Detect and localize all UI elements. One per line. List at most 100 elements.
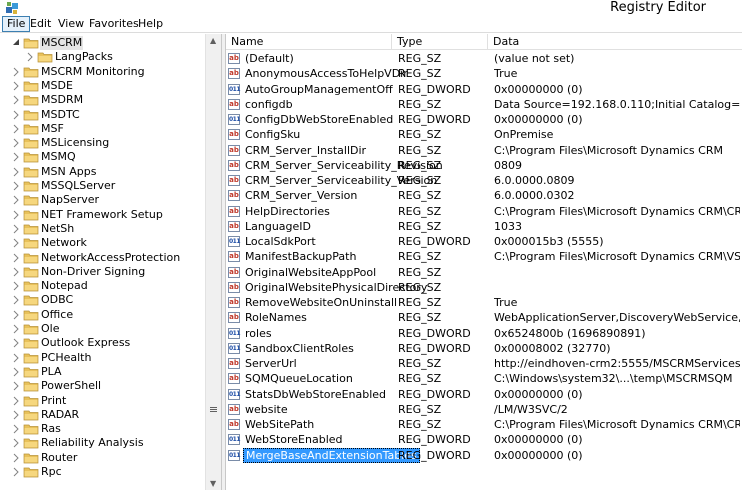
value-row[interactable]: ab OriginalWebsiteAppPool REG_SZ: [226, 265, 742, 280]
tree-item[interactable]: ODBC: [0, 293, 205, 307]
value-row[interactable]: ab ConfigSku REG_SZ OnPremise: [226, 127, 742, 142]
collapsed-arrow-icon[interactable]: [12, 281, 20, 291]
value-row[interactable]: ab CRM_Server_Serviceability_Revision REG_…: [226, 158, 742, 173]
collapsed-arrow-icon[interactable]: [12, 353, 20, 363]
scroll-up-icon[interactable]: ▲: [210, 36, 216, 45]
collapsed-arrow-icon[interactable]: [12, 152, 20, 162]
tree-item[interactable]: MSN Apps: [0, 165, 205, 179]
tree-item[interactable]: Rpc: [0, 465, 205, 479]
tree-item[interactable]: PCHealth: [0, 351, 205, 365]
collapsed-arrow-icon[interactable]: [12, 295, 20, 305]
tree-item[interactable]: Print: [0, 394, 205, 408]
collapsed-arrow-icon[interactable]: [12, 167, 20, 177]
collapsed-arrow-icon[interactable]: [12, 238, 20, 248]
tree-item[interactable]: MSCRM Monitoring: [0, 65, 205, 79]
collapsed-arrow-icon[interactable]: [12, 453, 20, 463]
value-row[interactable]: ab website REG_SZ/LM/W3SVC/2: [226, 402, 742, 417]
collapsed-arrow-icon[interactable]: [12, 467, 20, 477]
tree-item[interactable]: PLA: [0, 365, 205, 379]
collapsed-arrow-icon[interactable]: [12, 95, 20, 105]
value-row[interactable]: ab LanguageID REG_SZ 1033: [226, 219, 742, 234]
value-row[interactable]: 011 WebStoreEnabled REG_DWORD 0x00000000 (0…: [226, 432, 742, 447]
collapsed-arrow-icon[interactable]: [12, 324, 20, 334]
tree-item[interactable]: NetSh: [0, 222, 205, 236]
value-row[interactable]: ab RemoveWebsiteOnUninstall REG_SZ True: [226, 295, 742, 310]
collapsed-arrow-icon[interactable]: [12, 124, 20, 134]
scroll-grip-icon[interactable]: [208, 400, 219, 420]
tree-item[interactable]: MSDRM: [0, 93, 205, 107]
tree-item[interactable]: NET Framework Setup: [0, 208, 205, 222]
tree-item[interactable]: Notepad: [0, 279, 205, 293]
collapsed-arrow-icon[interactable]: [12, 396, 20, 406]
value-row[interactable]: 011 SandboxClientRoles REG_DWORD 0x00008002…: [226, 341, 742, 356]
tree-item[interactable]: Router: [0, 451, 205, 465]
value-row[interactable]: ab RoleNames REG_SZ WebApplicationServer,Di…: [226, 310, 742, 325]
value-row[interactable]: 011 LocalSdkPort REG_DWORD 0x000015b3 (5555…: [226, 234, 742, 249]
value-row[interactable]: 011 AutoGroupManagementOff REG_DWORD 0x0000…: [226, 82, 742, 97]
menu-edit[interactable]: Edit: [26, 16, 55, 32]
column-header-name[interactable]: Name: [226, 34, 392, 50]
collapsed-arrow-icon[interactable]: [12, 110, 20, 120]
tree-item[interactable]: MSF: [0, 122, 205, 136]
collapsed-arrow-icon[interactable]: [12, 253, 20, 263]
tree-item[interactable]: Reliability Analysis: [0, 436, 205, 450]
tree-item[interactable]: MSLicensing: [0, 136, 205, 150]
tree-item[interactable]: NetworkAccessProtection: [0, 251, 205, 265]
tree-item[interactable]: MSDTC: [0, 108, 205, 122]
collapsed-arrow-icon[interactable]: [26, 52, 34, 62]
tree-item[interactable]: RADAR: [0, 408, 205, 422]
collapsed-arrow-icon[interactable]: [12, 424, 20, 434]
value-row[interactable]: 011 StatsDbWebStoreEnabled REG_DWORD 0x0000…: [226, 387, 742, 402]
value-row[interactable]: ab configdb REG_SZ Data Source=192.168.0.11…: [226, 97, 742, 112]
collapsed-arrow-icon[interactable]: [12, 410, 20, 420]
column-header-data[interactable]: Data: [488, 34, 742, 50]
tree-item[interactable]: Ras: [0, 422, 205, 436]
collapsed-arrow-icon[interactable]: [12, 181, 20, 191]
key-tree[interactable]: MSCRM LangPacks MSCRM Monitoring MSDE MSDRM M…: [0, 34, 221, 490]
value-row[interactable]: ab SQMQueueLocation REG_SZ C:\Windows\syste…: [226, 371, 742, 386]
column-header-type[interactable]: Type: [392, 34, 488, 50]
value-row[interactable]: ab AnonymousAccessToHelpVDir REG_SZ True: [226, 66, 742, 81]
tree-item[interactable]: Network: [0, 236, 205, 250]
value-row[interactable]: ab ServerUrl REG_SZ http://eindhoven-crm2:5…: [226, 356, 742, 371]
tree-item[interactable]: PowerShell: [0, 379, 205, 393]
value-row[interactable]: ab (Default) REG_SZ (value not set): [226, 51, 742, 66]
collapsed-arrow-icon[interactable]: [12, 438, 20, 448]
tree-item[interactable]: Office: [0, 308, 205, 322]
value-row[interactable]: 011 MergeBaseAndExtensionTables REG_DWORD 0…: [226, 447, 742, 463]
collapsed-arrow-icon[interactable]: [12, 138, 20, 148]
value-row[interactable]: ab HelpDirectories REG_SZ C:\Program Files\…: [226, 204, 742, 219]
tree-item[interactable]: Ole: [0, 322, 205, 336]
collapsed-arrow-icon[interactable]: [12, 367, 20, 377]
menu-view[interactable]: View: [54, 16, 88, 32]
collapsed-arrow-icon[interactable]: [12, 381, 20, 391]
value-row[interactable]: ab ManifestBackupPath REG_SZ C:\Program Fil…: [226, 249, 742, 264]
collapsed-arrow-icon[interactable]: [12, 195, 20, 205]
value-row[interactable]: ab WebSitePath REG_SZ C:\Program Files\Micr…: [226, 417, 742, 432]
collapsed-arrow-icon[interactable]: [12, 267, 20, 277]
value-row[interactable]: ab CRM_Server_Serviceability_Version REG_S…: [226, 173, 742, 188]
value-list[interactable]: Name Type Data ab (Default) REG_SZ (value n…: [226, 34, 742, 490]
tree-scrollbar[interactable]: ▲ ▼: [205, 34, 221, 490]
collapsed-arrow-icon[interactable]: [12, 310, 20, 320]
collapsed-arrow-icon[interactable]: [12, 210, 20, 220]
tree-item[interactable]: Outlook Express: [0, 336, 205, 350]
value-row[interactable]: ab CRM_Server_Version REG_SZ 6.0.0000.0302: [226, 188, 742, 203]
value-row[interactable]: 011 ConfigDbWebStoreEnabled REG_DWORD 0x000…: [226, 112, 742, 127]
tree-item[interactable]: MSDE: [0, 79, 205, 93]
expanded-arrow-icon[interactable]: [12, 38, 20, 48]
collapsed-arrow-icon[interactable]: [12, 338, 20, 348]
tree-item[interactable]: MSMQ: [0, 150, 205, 164]
tree-item[interactable]: NapServer: [0, 193, 205, 207]
tree-item[interactable]: LangPacks: [0, 50, 205, 64]
value-row[interactable]: 011 roles REG_DWORD 0x6524800b (1696890891): [226, 326, 742, 341]
value-row[interactable]: ab OriginalWebsitePhysicalDirectory REG_SZ: [226, 280, 742, 295]
tree-item[interactable]: Non-Driver Signing: [0, 265, 205, 279]
scroll-down-icon[interactable]: ▼: [210, 479, 216, 488]
collapsed-arrow-icon[interactable]: [12, 81, 20, 91]
value-row[interactable]: ab CRM_Server_InstallDir REG_SZ C:\Program …: [226, 143, 742, 158]
tree-item[interactable]: MSCRM: [0, 36, 205, 50]
menu-help[interactable]: Help: [134, 16, 167, 32]
collapsed-arrow-icon[interactable]: [12, 224, 20, 234]
collapsed-arrow-icon[interactable]: [12, 67, 20, 77]
